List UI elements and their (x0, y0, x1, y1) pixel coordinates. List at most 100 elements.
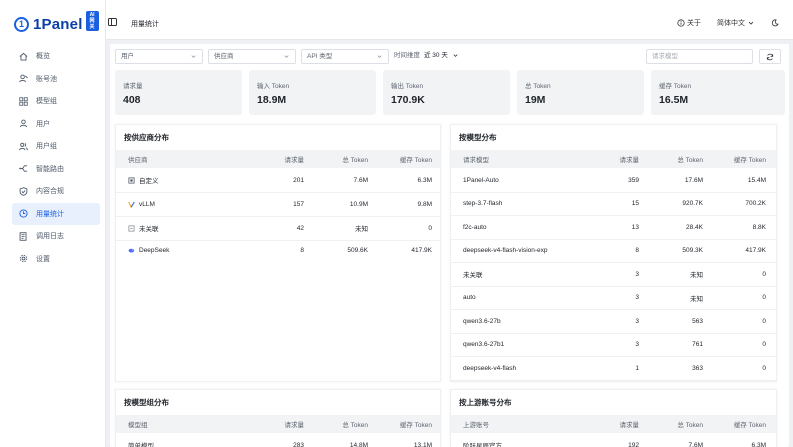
sidebar-item-user-groups[interactable]: 用户组 (12, 135, 100, 158)
sidebar-item-model-groups[interactable]: 模型组 (12, 90, 100, 113)
upstream-account-distribution-card: 按上游账号分布 上游账号 请求量 总 Token 缓存 Token 阶跃星辰官方… (450, 389, 777, 447)
cache-token-cell: 0 (762, 270, 766, 278)
sidebar-item-call-logs[interactable]: 调用日志 (12, 225, 100, 248)
logo-mark-icon: 1 (14, 16, 29, 32)
sidebar-item-label: 用量统计 (36, 210, 64, 218)
user-select[interactable]: 用户 (115, 49, 203, 64)
sidebar-item-users[interactable]: 用户 (12, 113, 100, 136)
table-row: auto 3 未知 0 (451, 287, 776, 310)
card-title: 按模型分布 (459, 133, 497, 142)
table-header: 请求模型 请求量 总 Token 缓存 Token (451, 150, 776, 168)
clock-stats-icon (18, 209, 28, 219)
total-token-cell: 509.6K (347, 247, 368, 255)
requests-cell: 42 (296, 224, 304, 232)
requests-cell: 8 (300, 247, 304, 255)
card-title: 按模型组分布 (124, 398, 169, 407)
stat-value: 16.5M (659, 94, 689, 106)
shield-icon (18, 186, 28, 196)
requests-cell: 359 (628, 176, 639, 184)
requests-cell: 3 (635, 341, 639, 349)
model-name: f2c-auto (463, 223, 487, 231)
cache-token-cell: 15.4M (747, 176, 766, 184)
filter-bar: 用户 供应商 API 类型 时间维度 近 30 天 请求模型 (115, 49, 785, 64)
cache-token-cell: 0 (762, 341, 766, 349)
chevron-down-icon (748, 21, 754, 25)
upstream-account-name: 阶跃星辰官方 (463, 443, 502, 447)
sidebar-item-label: 账号池 (36, 75, 57, 83)
requests-cell: 283 (293, 441, 304, 447)
model-name: qwen3.6-27b (463, 317, 501, 325)
table-header: 供应商 请求量 总 Token 缓存 Token (116, 150, 440, 168)
column-header: 缓存 Token (733, 157, 766, 164)
table-header: 模型组 请求量 总 Token 缓存 Token (116, 415, 440, 433)
total-token-cell: 未知 (690, 295, 703, 303)
user-icon (18, 119, 28, 129)
theme-toggle[interactable] (771, 19, 779, 27)
refresh-icon (766, 53, 774, 60)
table-row: 未关联 42 未知 0 (116, 217, 440, 241)
total-token-cell: 761 (692, 341, 703, 349)
model-group-distribution-card: 按模型组分布 模型组 请求量 总 Token 缓存 Token 简单模型 283… (115, 389, 441, 447)
custom-provider-icon (128, 177, 135, 184)
sidebar-item-smart-routing[interactable]: 智能路由 (12, 158, 100, 181)
column-header: 缓存 Token (399, 422, 432, 429)
total-token-cell: 363 (692, 364, 703, 372)
cache-token-cell: 700.2K (745, 200, 766, 208)
sidebar-item-overview[interactable]: 概览 (12, 45, 100, 68)
cache-token-cell: 417.9K (745, 247, 766, 255)
sidebar-item-usage-stats[interactable]: 用量统计 (12, 202, 100, 225)
table-row: DeepSeek 8 509.6K 417.9K (116, 239, 440, 263)
requests-cell: 1 (635, 364, 639, 372)
cache-token-cell: 0 (762, 364, 766, 372)
card-title: 按上游账号分布 (459, 398, 512, 407)
model-search-input[interactable]: 请求模型 (646, 49, 753, 64)
stat-value: 18.9M (257, 94, 287, 106)
sidebar-item-label: 用户组 (36, 143, 57, 151)
provider-cell: 未关联 (128, 217, 159, 240)
provider-select-placeholder: 供应商 (214, 53, 234, 60)
table-header: 上游账号 请求量 总 Token 缓存 Token (451, 415, 776, 433)
cache-token-cell: 6.3M (751, 441, 766, 447)
user-select-placeholder: 用户 (121, 53, 134, 60)
requests-cell: 3 (635, 317, 639, 325)
stat-card-requests: 请求量 408 (115, 70, 242, 115)
model-name: auto (463, 294, 476, 302)
model-group-name: 简单模型 (128, 443, 154, 447)
api-type-select[interactable]: API 类型 (301, 49, 389, 64)
api-type-select-placeholder: API 类型 (307, 53, 333, 60)
sidebar-item-label: 概览 (36, 53, 50, 61)
sidebar-item-settings[interactable]: 设置 (12, 248, 100, 271)
time-range-select[interactable]: 时间维度 近 30 天 (394, 49, 474, 64)
stat-value: 19M (525, 94, 546, 106)
column-header: 总 Token (677, 422, 703, 429)
column-header: 请求量 (619, 157, 640, 164)
stat-label: 输出 Token (391, 83, 424, 90)
total-token-cell: 563 (692, 317, 703, 325)
logo-badge: AI 网关 (85, 10, 99, 31)
column-header: 请求量 (284, 157, 305, 164)
requests-cell: 3 (635, 294, 639, 302)
requests-cell: 192 (628, 441, 639, 447)
sidebar-item-label: 智能路由 (36, 165, 64, 173)
card-title: 按供应商分布 (124, 133, 169, 142)
refresh-button[interactable] (759, 49, 781, 64)
sidebar-item-accounts[interactable]: 账号池 (12, 68, 100, 91)
language-select[interactable]: 简体中文 (717, 18, 755, 28)
provider-select[interactable]: 供应商 (208, 49, 296, 64)
stat-label: 输入 Token (257, 83, 290, 90)
sidebar-item-label: 调用日志 (36, 233, 64, 241)
app-logo[interactable]: 1 1Panel AI 网关 (14, 10, 104, 36)
requests-cell: 13 (631, 223, 639, 231)
requests-cell: 8 (635, 247, 639, 255)
table-row: step-3.7-flash 15 920.7K 700.2K (451, 193, 776, 216)
table-row: f2c-auto 13 28.4K 8.8K (451, 216, 776, 240)
table-row: 自定义 201 7.6M 6.3M (116, 169, 440, 193)
vllm-icon (128, 201, 135, 208)
table-row: qwen3.6-27b 3 563 0 (451, 310, 776, 334)
sidebar-item-content-compliance[interactable]: 内容合规 (12, 180, 100, 203)
table-row: vLLM 157 10.9M 9.8M (116, 193, 440, 217)
table-row: qwen3.6-27b1 3 761 0 (451, 334, 776, 357)
about-button[interactable]: 关于 (677, 18, 701, 28)
sidebar-toggle-icon[interactable] (108, 18, 117, 26)
column-header: 总 Token (342, 157, 368, 164)
